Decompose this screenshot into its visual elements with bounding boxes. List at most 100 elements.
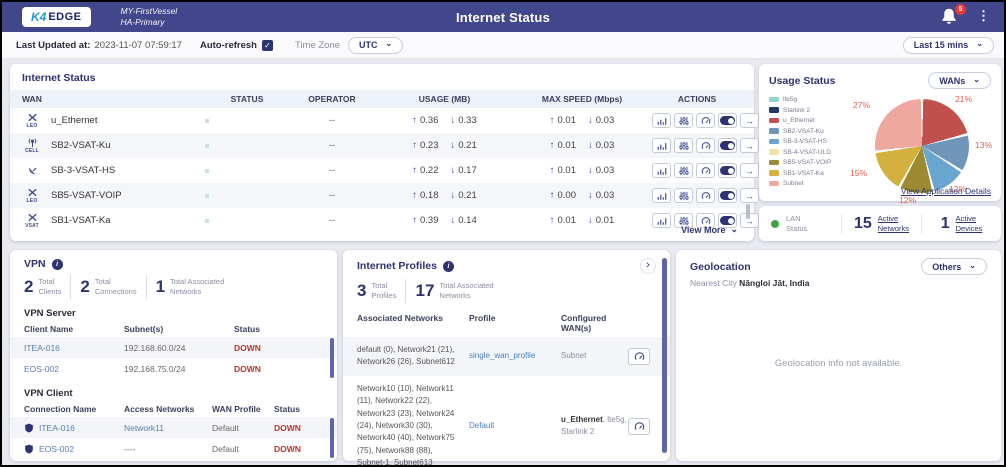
speed-test-button[interactable] [696, 113, 715, 128]
chevron-down-icon: ⌄ [730, 224, 738, 235]
vpn-client-name-link[interactable]: EOS-002 [24, 364, 124, 374]
expand-panel-button[interactable]: › [640, 258, 656, 274]
go-to-detail-button[interactable]: → [740, 138, 759, 153]
wan-toggle[interactable] [718, 163, 737, 178]
geolocation-source-dropdown[interactable]: Others⌄ [921, 258, 987, 275]
wan-toggle[interactable] [718, 113, 737, 128]
wan-name: SB2-VSAT-Ku [51, 140, 111, 151]
pie-percent-label: 21% [955, 94, 972, 104]
operator-value: -- [287, 165, 377, 176]
wan-profile-value: Default [212, 423, 274, 433]
chart-action-button[interactable] [652, 163, 671, 178]
dish-icon [27, 165, 38, 176]
time-range-dropdown[interactable]: Last 15 mins ⌄ [903, 37, 994, 54]
logo-edge-text: EDGE [48, 11, 81, 23]
usage-down: 0.21 [458, 140, 477, 151]
wan-type-label: LEO [27, 199, 38, 204]
active-networks-link[interactable]: ActiveNetworks [878, 214, 909, 234]
vpn-server-header: Client NameSubnet(s)Status [10, 321, 337, 337]
time-range-value: Last 15 mins [914, 40, 969, 50]
scrollbar-thumb[interactable] [662, 258, 667, 453]
usage-up: 0.22 [420, 165, 439, 176]
scrollbar-thumb[interactable] [746, 204, 750, 219]
satellite-leo-icon [27, 187, 38, 198]
wan-name: SB5-VSAT-VOIP [51, 190, 122, 201]
speed-up: 0.01 [558, 165, 577, 176]
legend-swatch [769, 160, 779, 166]
operator-value: -- [287, 190, 377, 201]
pie-percent-label: 27% [853, 100, 870, 110]
scrollbar-thumb[interactable] [330, 418, 334, 458]
status-badge: DOWN [234, 364, 323, 374]
vpn-client-title: VPN Client [10, 385, 337, 401]
total-associated-networks-count: 17 [415, 281, 434, 301]
wan-toggle[interactable] [718, 188, 737, 203]
usage-source-dropdown[interactable]: WANs⌄ [928, 72, 991, 89]
chart-action-button[interactable] [652, 138, 671, 153]
settings-sliders-button[interactable] [674, 163, 693, 178]
speed-up: 0.01 [558, 215, 577, 226]
status-badge: DOWN [274, 423, 323, 433]
nearest-city-value: Nāngloi Jāt, India [739, 278, 809, 288]
kebab-menu-icon[interactable]: ⋮ [977, 8, 990, 24]
chart-action-button[interactable] [652, 113, 671, 128]
down-arrow-icon: ↓ [451, 115, 456, 126]
chart-action-button[interactable] [652, 188, 671, 203]
table-row: LEOu_Ethernet -- ↑0.36↓0.33 ↑0.01↓0.03 → [10, 108, 754, 133]
status-badge: DOWN [274, 444, 323, 454]
scrollbar-thumb[interactable] [330, 338, 334, 378]
down-arrow-icon: ↓ [588, 190, 593, 201]
speed-test-button[interactable] [696, 188, 715, 203]
go-to-detail-button[interactable]: → [740, 188, 759, 203]
profile-link[interactable]: single_wan_profile [469, 350, 561, 362]
go-to-detail-button[interactable]: → [740, 163, 759, 178]
notifications-button[interactable]: 5 [940, 7, 960, 27]
col-wan: WAN [22, 94, 207, 104]
vpn-connection-link[interactable]: ITEA-016 [24, 423, 124, 433]
settings-sliders-button[interactable] [674, 138, 693, 153]
status-badge: DOWN [234, 343, 323, 353]
speed-test-button[interactable] [628, 348, 650, 365]
settings-sliders-button[interactable] [674, 188, 693, 203]
speed-test-button[interactable] [696, 163, 715, 178]
app-logo[interactable]: K4 EDGE [22, 7, 91, 27]
wan-profile-value: Default [212, 444, 274, 454]
view-application-details-link[interactable]: View Application Details [901, 186, 991, 196]
info-icon[interactable]: i [52, 259, 63, 270]
chevron-down-icon: ⌄ [386, 39, 393, 48]
view-more-link[interactable]: View More⌄ [681, 224, 738, 235]
go-to-detail-button[interactable]: → [740, 113, 759, 128]
profile-link[interactable]: Default [469, 420, 561, 432]
speed-test-button[interactable] [628, 418, 650, 435]
table-row: Network10 (10), Network11 (11), Network2… [343, 376, 670, 467]
wan-toggle[interactable] [718, 138, 737, 153]
top-navbar: K4 EDGE MY-FirstVessel HA-Primary Intern… [2, 2, 1004, 32]
table-row: SB-3-VSAT-HS -- ↑0.22↓0.17 ↑0.01↓0.03 → [10, 158, 754, 183]
vpn-client-header: Connection NameAccess NetworksWAN Profil… [10, 401, 337, 417]
access-network-link[interactable]: Network11 [124, 423, 212, 433]
vpn-connection-link[interactable]: EOS-002 [24, 444, 124, 454]
last-updated-label: Last Updated at: [16, 40, 90, 51]
wan-type-label: VSAT [25, 224, 39, 229]
active-devices-link[interactable]: ActiveDevices [956, 214, 983, 234]
lan-status-label: LANStatus [786, 214, 807, 233]
usage-pie-chart[interactable] [875, 99, 969, 193]
speed-up: 0.01 [558, 140, 577, 151]
info-icon[interactable]: i [443, 261, 454, 272]
vpn-panel: VPN i 2TotalClients 2TotalConnections 1T… [10, 250, 337, 461]
timezone-label: Time Zone [295, 40, 340, 51]
timezone-dropdown[interactable]: UTC ⌄ [348, 37, 403, 54]
legend-item: SB-4-VSAT-ULD [769, 149, 849, 156]
auto-refresh-checkbox[interactable]: ✓ [262, 40, 273, 51]
legend-item: SB2-VSAT-Ku [769, 128, 849, 135]
internet-status-panel: Internet Status WAN STATUS OPERATOR USAG… [10, 64, 754, 241]
legend-swatch [769, 181, 779, 187]
legend-label: SB5-VSAT-VOIP [783, 159, 831, 166]
speed-test-button[interactable] [696, 138, 715, 153]
vpn-client-name-link[interactable]: ITEA-016 [24, 343, 124, 353]
usage-status-panel: Usage Status WANs⌄ lte5g Starlink 2 u_Et… [759, 64, 1001, 201]
down-arrow-icon: ↓ [451, 190, 456, 201]
chart-action-button[interactable] [652, 213, 671, 228]
wan-name: SB-3-VSAT-HS [51, 165, 115, 176]
settings-sliders-button[interactable] [674, 113, 693, 128]
